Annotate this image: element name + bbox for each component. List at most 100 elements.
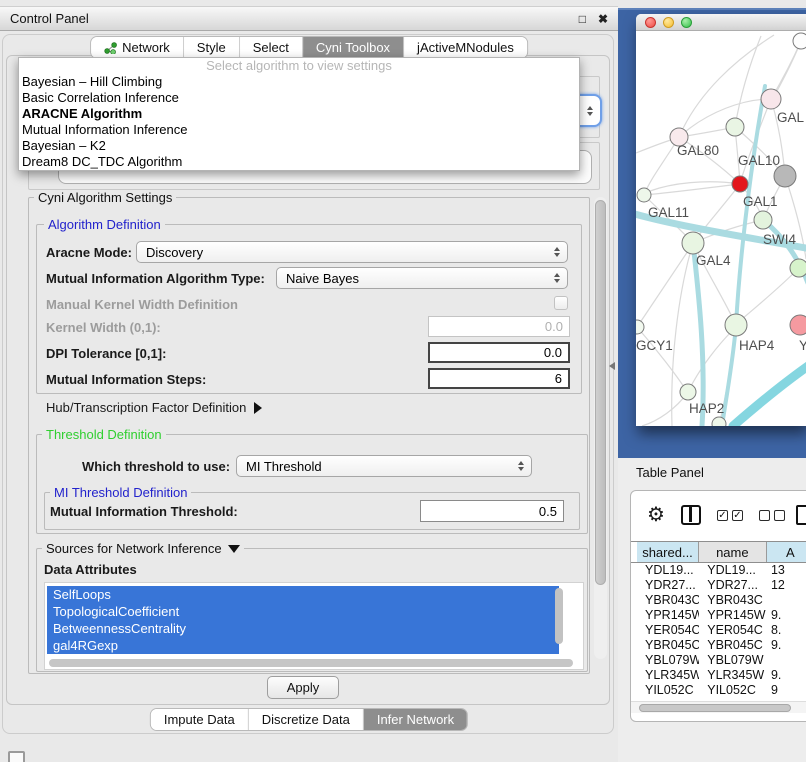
mi-threshold-input[interactable] bbox=[420, 500, 564, 522]
table-cell: 9 bbox=[767, 683, 806, 697]
splitter-collapse-icon[interactable] bbox=[609, 362, 615, 370]
network-node[interactable] bbox=[793, 33, 806, 49]
node-label: GCY1 bbox=[636, 338, 673, 353]
table-row[interactable]: YIL052CYIL052C9 bbox=[631, 683, 806, 697]
hub-definition-expander[interactable]: Hub/Transcription Factor Definition bbox=[46, 400, 262, 415]
attribute-list-vscrollbar[interactable] bbox=[555, 588, 563, 644]
network-node[interactable] bbox=[682, 232, 704, 254]
table-hscrollbar-track[interactable] bbox=[631, 701, 806, 713]
settings-scrollbar-thumb[interactable] bbox=[595, 200, 606, 585]
table-row[interactable]: YBR045CYBR045C9. bbox=[631, 638, 806, 653]
algorithm-option-bayesian-hill-climbing[interactable]: Bayesian – Hill Climbing bbox=[19, 74, 579, 90]
network-node[interactable] bbox=[726, 118, 744, 136]
network-edge-highlighted[interactable] bbox=[733, 366, 806, 426]
aracne-mode-combo[interactable]: Discovery bbox=[136, 241, 568, 263]
attribute-item-gal4rgexp[interactable]: gal4RGexp bbox=[47, 637, 559, 654]
unchecked-box-icon bbox=[774, 510, 785, 521]
tab-network[interactable]: Network bbox=[91, 37, 184, 58]
zoom-traffic-light-icon[interactable] bbox=[681, 17, 692, 28]
manual-kernel-width-checkbox[interactable] bbox=[554, 296, 568, 310]
algorithm-option-aracne-algorithm[interactable]: ARACNE Algorithm bbox=[19, 106, 579, 122]
mi-steps-input[interactable] bbox=[428, 368, 570, 389]
network-node[interactable] bbox=[680, 384, 696, 400]
tab-jactivemnodules[interactable]: jActiveMNodules bbox=[404, 37, 527, 58]
attribute-item-selfloops[interactable]: SelfLoops bbox=[47, 586, 559, 603]
deselect-all-icon[interactable] bbox=[759, 510, 785, 521]
table-hscrollbar-thumb[interactable] bbox=[639, 704, 791, 712]
network-edge[interactable] bbox=[637, 251, 688, 327]
sources-legend[interactable]: Sources for Network Inference bbox=[42, 541, 244, 556]
network-node[interactable] bbox=[636, 320, 644, 334]
minimized-panel-icon[interactable] bbox=[8, 751, 25, 762]
control-panel-titlebar: Control Panel □ ✖ bbox=[0, 6, 618, 31]
mi-steps-label: Mutual Information Steps: bbox=[46, 372, 206, 387]
network-edge[interactable] bbox=[636, 139, 674, 153]
tab-style[interactable]: Style bbox=[184, 37, 240, 58]
kernel-width-input[interactable] bbox=[428, 316, 570, 337]
network-node[interactable] bbox=[725, 314, 747, 336]
network-edge[interactable] bbox=[688, 331, 732, 392]
float-window-icon[interactable]: □ bbox=[579, 12, 586, 26]
settings-scrollbar-track[interactable] bbox=[594, 197, 607, 659]
table-row[interactable]: YPR145WYPR145W9. bbox=[631, 608, 806, 623]
table-row[interactable]: YBR043CYBR043C bbox=[631, 593, 806, 608]
table-row[interactable]: YLR345WYLR345W9. bbox=[631, 668, 806, 683]
network-node[interactable] bbox=[761, 89, 781, 109]
network-node[interactable] bbox=[732, 176, 748, 192]
network-edge[interactable] bbox=[637, 327, 684, 387]
network-edge[interactable] bbox=[644, 184, 740, 195]
network-edge[interactable] bbox=[735, 36, 761, 127]
close-traffic-light-icon[interactable] bbox=[645, 17, 656, 28]
tab-cyni-toolbox[interactable]: Cyni Toolbox bbox=[303, 37, 404, 58]
tab-discretize-data[interactable]: Discretize Data bbox=[249, 709, 364, 730]
table-row[interactable]: YDL19...YDL19...13 bbox=[631, 563, 806, 578]
table-toolbar: ⚙ ✓ ✓ bbox=[631, 491, 806, 539]
column-header-shared[interactable]: shared... bbox=[637, 542, 699, 562]
table-row[interactable]: YDR27...YDR27...12 bbox=[631, 578, 806, 593]
attribute-item-topologicalcoefficient[interactable]: TopologicalCoefficient bbox=[47, 603, 559, 620]
network-view-window: GALGAL80GAL10GAL11GAL1SWI4GAL4GCY1HAP4YH… bbox=[636, 14, 806, 426]
apply-button[interactable]: Apply bbox=[267, 676, 339, 699]
network-node[interactable] bbox=[754, 211, 772, 229]
split-columns-icon[interactable] bbox=[681, 505, 701, 525]
select-all-icon[interactable]: ✓ ✓ bbox=[717, 510, 743, 521]
export-table-icon[interactable] bbox=[796, 505, 806, 525]
column-header-name[interactable]: name bbox=[699, 542, 767, 562]
tab-label: Network bbox=[122, 40, 170, 55]
which-threshold-combo[interactable]: MI Threshold bbox=[236, 455, 532, 477]
gear-icon[interactable]: ⚙ bbox=[647, 505, 665, 525]
attribute-item-betweennesscentrality[interactable]: BetweennessCentrality bbox=[47, 620, 559, 637]
network-edge[interactable] bbox=[742, 268, 799, 319]
network-canvas[interactable]: GALGAL80GAL10GAL11GAL1SWI4GAL4GCY1HAP4YH… bbox=[636, 31, 806, 426]
network-edge[interactable] bbox=[642, 392, 688, 426]
table-row[interactable]: YBL079WYBL079W bbox=[631, 653, 806, 668]
network-node[interactable] bbox=[790, 315, 806, 335]
control-panel-tabs: Network Style Select Cyni Toolbox jActiveMNo… bbox=[90, 36, 528, 59]
network-window-titlebar[interactable] bbox=[636, 14, 806, 31]
network-node[interactable] bbox=[790, 259, 806, 277]
mi-algorithm-type-combo[interactable]: Naive Bayes bbox=[276, 267, 568, 289]
data-attributes-list[interactable]: SelfLoopsTopologicalCoefficientBetweenne… bbox=[44, 582, 584, 670]
network-node[interactable] bbox=[637, 188, 651, 202]
close-window-icon[interactable]: ✖ bbox=[598, 12, 608, 26]
column-header-a[interactable]: A bbox=[767, 542, 806, 562]
tab-label: Select bbox=[253, 40, 289, 55]
tab-infer-network[interactable]: Infer Network bbox=[364, 709, 467, 730]
table-row[interactable]: YER054CYER054C8. bbox=[631, 623, 806, 638]
dpi-tolerance-input[interactable] bbox=[428, 342, 570, 363]
tab-label: Cyni Toolbox bbox=[316, 40, 390, 55]
network-edge[interactable] bbox=[644, 137, 679, 195]
algorithm-option-dream8-dc-tdc-algorithm[interactable]: Dream8 DC_TDC Algorithm bbox=[19, 154, 579, 170]
algorithm-option-basic-correlation-inference[interactable]: Basic Correlation Inference bbox=[19, 90, 579, 106]
network-edge-highlighted[interactable] bbox=[693, 243, 703, 426]
tab-select[interactable]: Select bbox=[240, 37, 303, 58]
minimize-traffic-light-icon[interactable] bbox=[663, 17, 674, 28]
attribute-list-hscrollbar[interactable] bbox=[49, 659, 573, 667]
combo-spinner-icon bbox=[554, 273, 560, 283]
tab-impute-data[interactable]: Impute Data bbox=[151, 709, 249, 730]
algorithm-option-bayesian-k2[interactable]: Bayesian – K2 bbox=[19, 138, 579, 154]
network-node[interactable] bbox=[712, 417, 726, 426]
network-node[interactable] bbox=[774, 165, 796, 187]
hub-definition-label: Hub/Transcription Factor Definition bbox=[46, 400, 246, 415]
algorithm-option-mutual-information-inference[interactable]: Mutual Information Inference bbox=[19, 122, 579, 138]
